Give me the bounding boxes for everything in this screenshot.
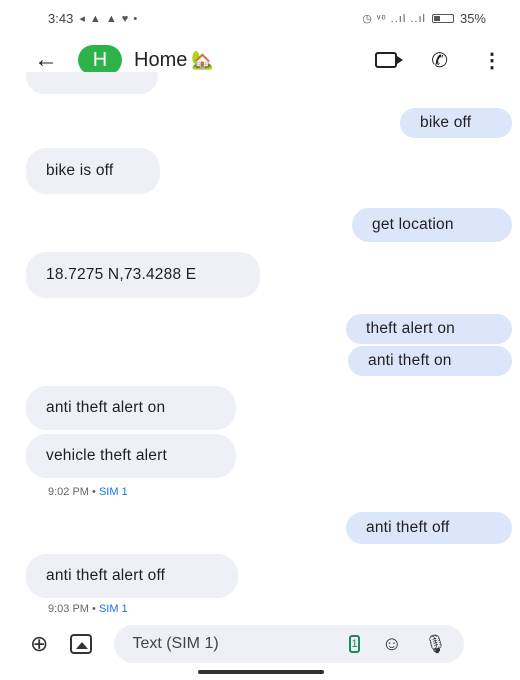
timestamp-separator: • <box>88 486 99 498</box>
home-indicator[interactable] <box>198 670 324 674</box>
message-text: theft alert on <box>366 320 455 338</box>
message-bubble-incoming[interactable]: bike is off <box>26 148 160 194</box>
more-options-icon[interactable]: ⋮ <box>482 48 502 73</box>
message-bubble-outgoing[interactable]: get location <box>352 208 512 242</box>
message-bubble-outgoing[interactable]: theft alert on <box>346 314 512 344</box>
timestamp-time: 9:03 PM <box>48 603 89 615</box>
message-timestamp: 9:03 PM • SIM 1 <box>48 603 128 615</box>
video-call-icon[interactable] <box>375 52 404 68</box>
phone-call-icon[interactable]: ✆ <box>431 48 448 73</box>
sim-label: SIM 1 <box>98 603 128 615</box>
battery-icon <box>431 13 454 23</box>
status-bar: 3:43 ◂ ▲ ▲ ♥ • ◷ ᵛᵒ ..ıl ..ıl 35% <box>0 0 520 36</box>
avatar[interactable]: H <box>78 45 122 75</box>
message-text: anti theft alert off <box>46 567 166 585</box>
message-bubble-outgoing[interactable]: anti theft off <box>346 512 512 544</box>
gallery-icon[interactable] <box>70 634 93 654</box>
message-input-container[interactable]: 1 ☺ 🎙 <box>114 625 465 663</box>
back-arrow-icon[interactable]: ← <box>34 46 64 74</box>
status-right: ◷ ᵛᵒ ..ıl ..ıl 35% <box>362 11 486 26</box>
message-input[interactable] <box>132 635 340 653</box>
message-bubble-incoming[interactable]: vehicle theft alert <box>26 434 236 478</box>
sim-selector-icon[interactable]: 1 <box>349 635 360 653</box>
message-text: vehicle theft alert <box>46 447 167 465</box>
message-text: bike off <box>420 114 472 132</box>
notification-icons: ◂ ▲ ▲ ♥ • <box>79 12 139 25</box>
emoji-icon[interactable]: ☺ <box>382 633 402 656</box>
message-bubble-incoming[interactable]: anti theft alert on <box>26 386 236 430</box>
previous-message-bubble <box>26 72 158 94</box>
header-actions: ✆ ⋮ <box>375 48 502 73</box>
house-emoji: 🏡 <box>191 49 214 70</box>
message-timestamp: 9:02 PM • SIM 1 <box>48 486 128 498</box>
add-attachment-icon[interactable]: ⊕ <box>30 631 48 657</box>
message-text: bike is off <box>46 162 114 180</box>
signal-icons: ◷ ᵛᵒ ..ıl ..ıl <box>362 12 426 25</box>
message-text: anti theft alert on <box>46 399 166 417</box>
timestamp-time: 9:02 PM <box>48 486 89 498</box>
status-left: 3:43 ◂ ▲ ▲ ♥ • <box>48 11 138 26</box>
sim-label: SIM 1 <box>98 486 128 498</box>
contact-name[interactable]: Home <box>134 49 187 72</box>
message-text: 18.7275 N,73.4288 E <box>46 266 197 284</box>
message-bubble-incoming[interactable]: 18.7275 N,73.4288 E <box>26 252 260 298</box>
message-text: anti theft on <box>368 352 452 370</box>
status-time: 3:43 <box>48 10 74 26</box>
message-bubble-incoming[interactable]: anti theft alert off <box>26 554 238 598</box>
message-text: anti theft off <box>366 519 450 537</box>
timestamp-separator: • <box>88 603 99 615</box>
battery-percent: 35% <box>459 10 486 26</box>
message-bubble-outgoing[interactable]: bike off <box>400 108 512 138</box>
microphone-icon[interactable]: 🎙 <box>424 634 447 655</box>
message-bubble-outgoing[interactable]: anti theft on <box>348 346 512 376</box>
message-text: get location <box>372 216 454 234</box>
message-composer: ⊕ 1 ☺ 🎙 <box>0 622 520 666</box>
